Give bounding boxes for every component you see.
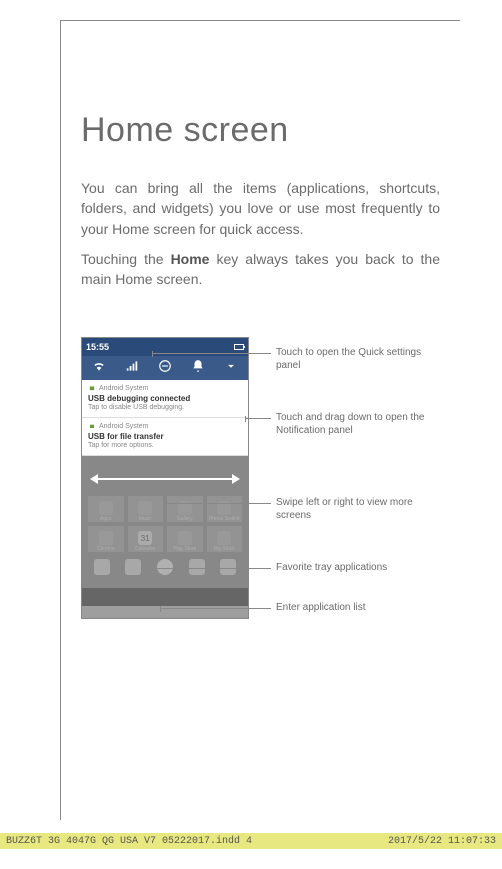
callout-quick-settings: Touch to open the Quick settings panel [276,347,446,372]
callout-line [156,568,271,569]
page-title: Home screen [81,111,440,150]
paragraph-text: Touching the [81,251,171,267]
app-icon: Big Stock [207,526,243,552]
notification-usb-transfer: Android System USB for file transfer Tap… [82,418,248,456]
callout-text: Swipe left or right to view more screens [276,497,413,521]
callout-text: Favorite tray applications [276,562,387,573]
callout-line [246,418,271,419]
android-icon [88,384,96,392]
diagram: 15:55 Android System USB debugging conne… [81,337,440,647]
callout-text: Touch and drag down to open the Notifica… [276,412,424,436]
quick-settings-row [82,356,248,380]
navigation-bar [82,588,248,606]
wifi-icon [92,359,106,378]
notification-subtitle: Tap for more options. [88,442,242,449]
callout-line [164,503,271,504]
app-icon-grid: Apps Music Gallery Phone Switch Chrome 3… [88,496,242,552]
bell-icon [191,359,205,378]
android-icon [88,422,96,430]
app-icon: 31Calendar [128,526,164,552]
callout-text: Touch to open the Quick settings panel [276,347,421,371]
app-icon: Apps [88,496,124,522]
footer-timestamp: 2017/5/22 11:07:33 [388,836,496,847]
tray-app [214,554,242,580]
tray-app [120,554,148,580]
tray-app [88,554,116,580]
home-wallpaper: Apps Music Gallery Phone Switch Chrome 3… [82,456,248,606]
callout-swipe-screens: Swipe left or right to view more screens [276,497,446,522]
arrow-left-icon [90,474,98,484]
page: Home screen You can bring all the items … [60,20,460,820]
callout-text: Enter application list [276,602,366,613]
favorite-tray [88,554,242,580]
callout-line [153,353,271,354]
notification-title: USB for file transfer [88,432,242,441]
callout-app-list: Enter application list [276,602,446,615]
app-icon: Music [128,496,164,522]
print-footer: BUZZ6T 3G 4047G QG USA V7 05222017.indd … [0,833,502,849]
paragraph-intro: You can bring all the items (application… [81,178,440,239]
notification-title: USB debugging connected [88,394,242,403]
app-icon: Phone Switch [207,496,243,522]
notification-app-label: Android System [99,385,148,392]
tray-app [183,554,211,580]
notification-app-label: Android System [99,423,148,430]
footer-file: BUZZ6T 3G 4047G QG USA V7 05222017.indd … [6,836,252,847]
swipe-indicator [90,474,240,484]
callout-notification-panel: Touch and drag down to open the Notifica… [276,412,446,437]
phone-mockup: 15:55 Android System USB debugging conne… [81,337,249,619]
callout-favorite-tray: Favorite tray applications [276,562,446,575]
arrow-right-icon [232,474,240,484]
home-key-label: Home [171,251,210,267]
notification-usb-debugging: Android System USB debugging connected T… [82,380,248,418]
app-icon: Gallery [167,496,203,522]
signal-icon [125,359,139,378]
app-icon: Chrome [88,526,124,552]
paragraph-home-key: Touching the Home key always takes you b… [81,249,440,290]
chevron-down-icon [224,359,238,378]
status-time: 15:55 [86,342,109,352]
do-not-disturb-icon [158,359,172,378]
battery-icon [234,344,244,350]
notification-subtitle: Tap to disable USB debugging. [88,404,242,411]
app-icon: Play Store [167,526,203,552]
callout-line [161,608,271,609]
